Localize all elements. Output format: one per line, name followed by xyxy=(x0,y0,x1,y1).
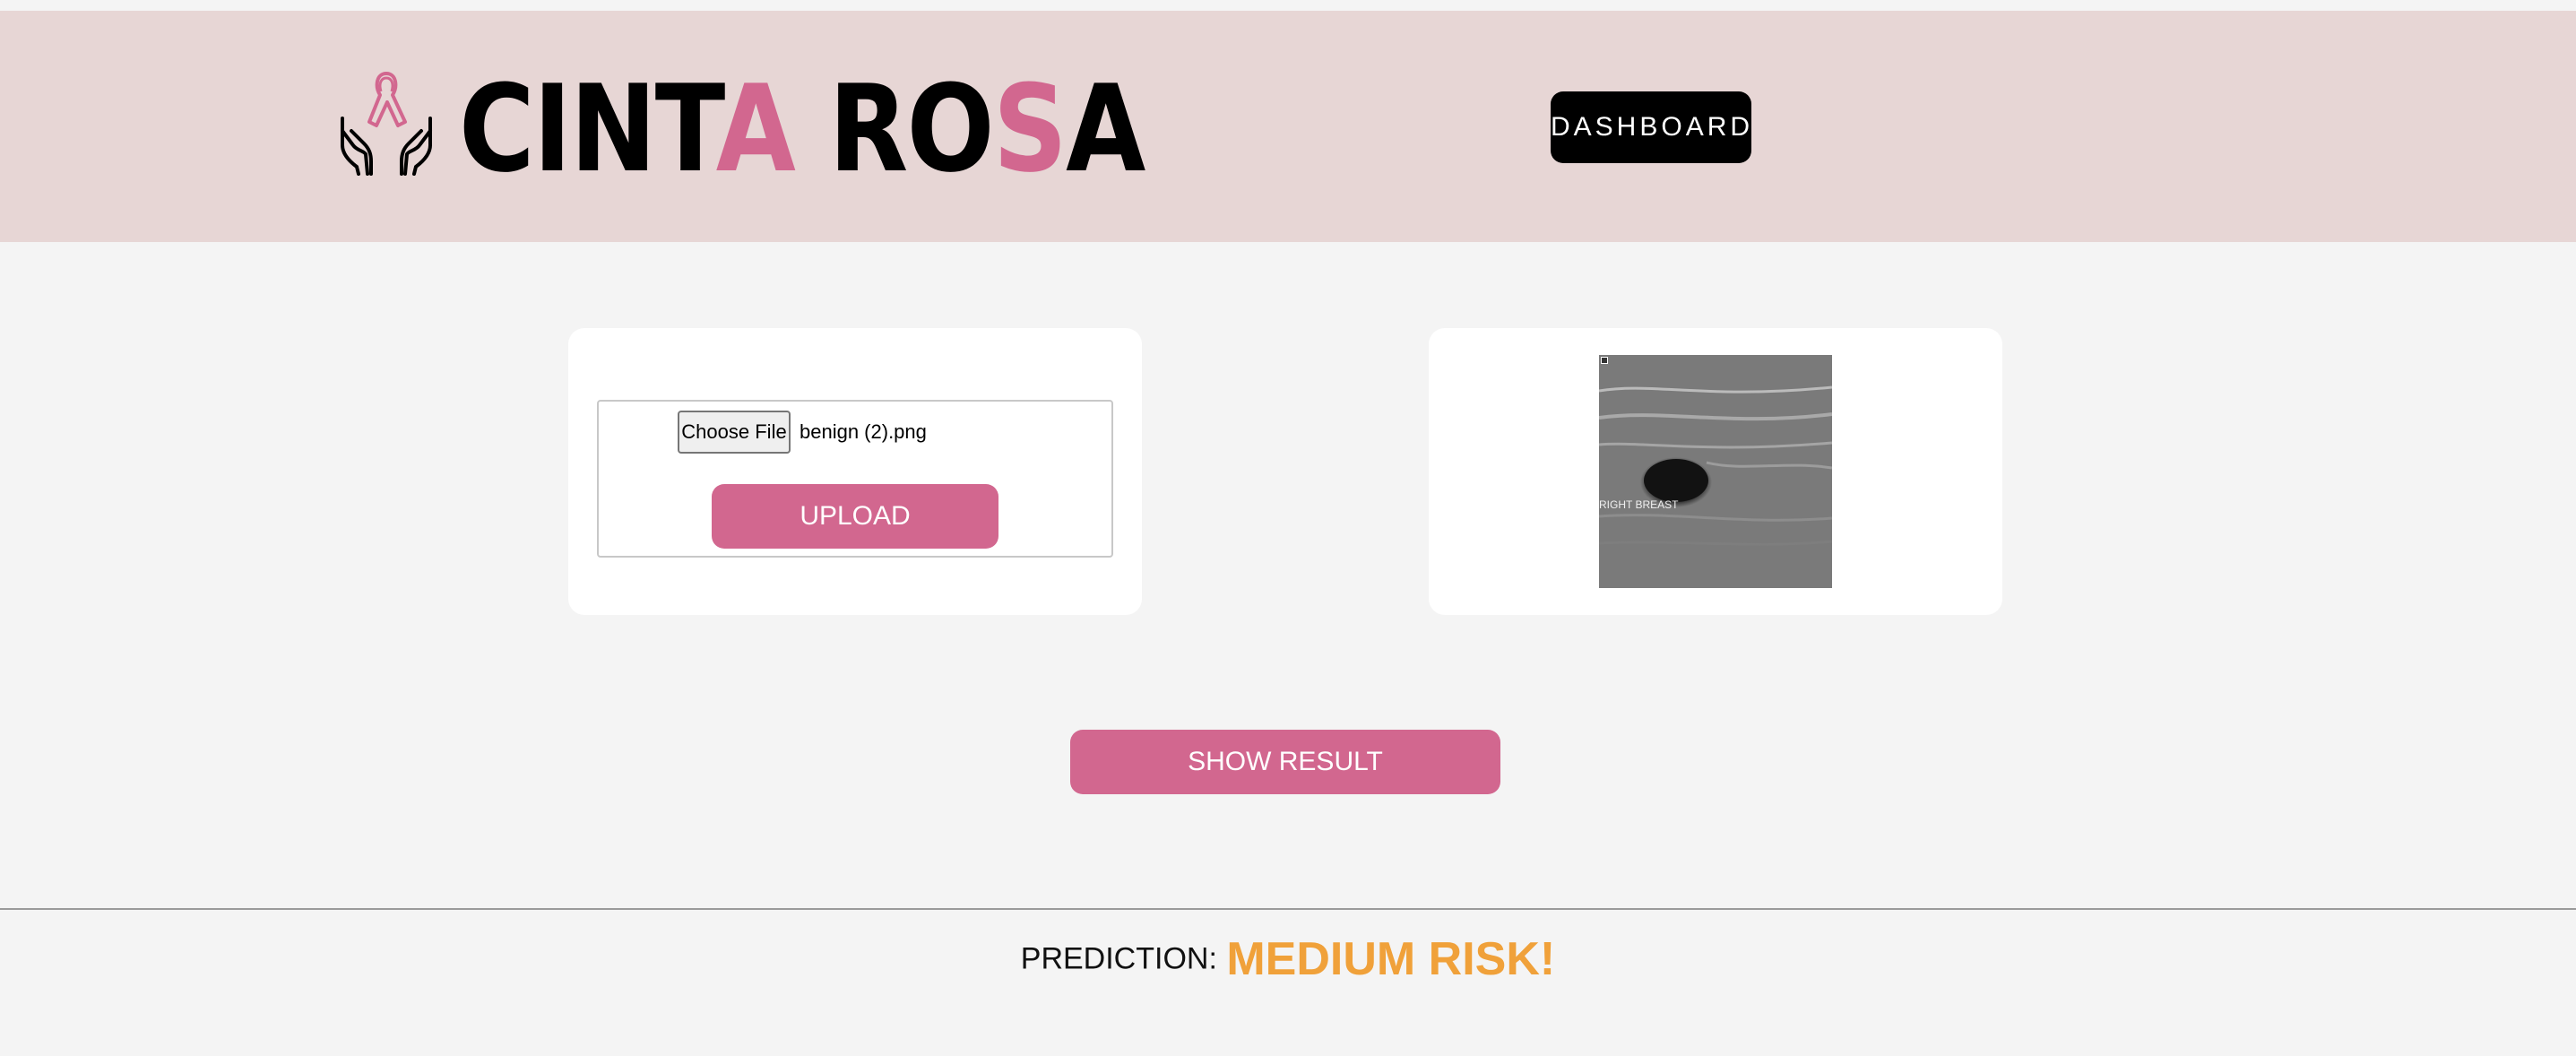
logo-part-3: RO xyxy=(794,59,995,199)
section-divider xyxy=(0,908,2576,910)
logo-part-4: S xyxy=(992,59,1068,199)
preview-card: RIGHT BREAST xyxy=(1429,328,2002,615)
ultrasound-texture xyxy=(1599,385,1832,546)
selected-file-name: benign (2).png xyxy=(800,420,927,443)
show-result-button[interactable]: SHOW RESULT xyxy=(1070,730,1500,794)
ultrasound-corner-marker xyxy=(1601,357,1608,364)
logo-part-2: A xyxy=(715,59,796,199)
prediction-label: PREDICTION: xyxy=(1020,941,1217,976)
site-header: CINTA ROSA DASHBOARD xyxy=(0,11,2576,242)
upload-form: Choose File benign (2).png UPLOAD xyxy=(597,400,1113,558)
prediction-result: PREDICTION: MEDIUM RISK! xyxy=(0,932,2576,1013)
dashboard-button[interactable]: DASHBOARD xyxy=(1551,91,1751,163)
ultrasound-preview-image: RIGHT BREAST xyxy=(1599,355,1832,588)
upload-card: Choose File benign (2).png UPLOAD xyxy=(568,328,1142,615)
ultrasound-overlay-label: RIGHT BREAST xyxy=(1599,498,1679,511)
logo-part-1: CINT xyxy=(459,59,717,199)
hands-ribbon-logo-icon xyxy=(341,72,432,176)
upload-button[interactable]: UPLOAD xyxy=(712,484,998,549)
prediction-value: MEDIUM RISK! xyxy=(1226,933,1556,985)
top-strip xyxy=(0,0,2576,11)
logo-part-5: A xyxy=(1066,59,1145,199)
brand-logo-text: CINTA ROSA xyxy=(459,66,1145,192)
choose-file-button[interactable]: Choose File xyxy=(678,411,791,454)
